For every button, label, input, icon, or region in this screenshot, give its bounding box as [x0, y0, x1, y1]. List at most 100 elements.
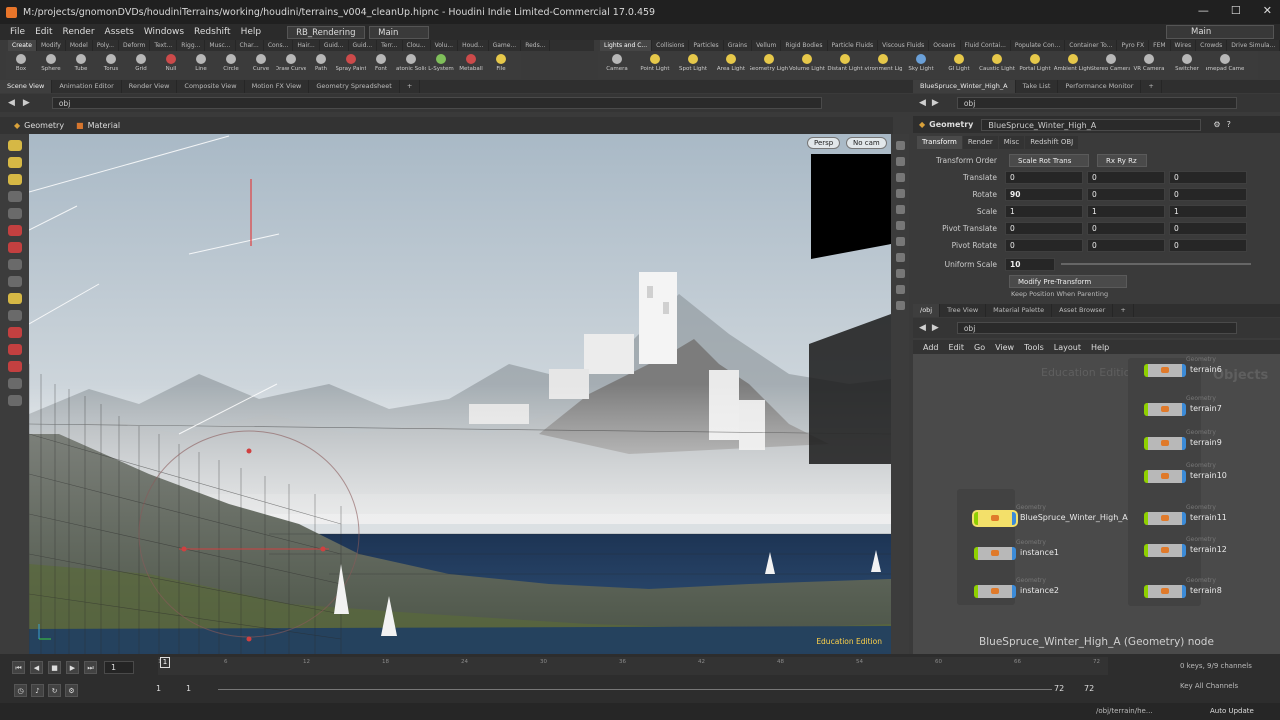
node-terrain10[interactable] [1144, 470, 1186, 483]
network-path-field[interactable]: obj [956, 322, 1237, 334]
jump-start-icon[interactable]: ⏮ [12, 661, 25, 674]
parameter-path-field[interactable]: obj [956, 97, 1237, 109]
wireframe-icon[interactable] [895, 173, 905, 182]
parm-field-scale-x[interactable]: 1 [1005, 204, 1083, 218]
settings-icon[interactable]: ⚙ [65, 684, 78, 697]
pose-tool-icon[interactable] [7, 225, 22, 236]
shelf-tool-ambient-light[interactable]: Ambient Light [1054, 51, 1092, 79]
shelf-tool-platonic-solids[interactable]: Platonic Solids [396, 51, 426, 79]
net-menu-help[interactable]: Help [1091, 343, 1109, 352]
parm-field-translate-y[interactable]: 0 [1087, 170, 1165, 184]
shelf-tab-create-0[interactable]: Create [8, 40, 37, 51]
menu-render[interactable]: Render [63, 27, 95, 37]
shelf-tab-reds-18[interactable]: Reds... [521, 40, 551, 51]
pane-tab-tree-view[interactable]: Tree View [940, 304, 987, 317]
shelf-tab-model-2[interactable]: Model [66, 40, 93, 51]
display-option-icon[interactable] [895, 141, 905, 150]
light-icon[interactable] [895, 205, 905, 214]
net-menu-add[interactable]: Add [923, 343, 939, 352]
add-tab-icon[interactable]: + [1141, 80, 1162, 93]
right-desktop-selector[interactable]: Main [1166, 25, 1274, 39]
desktop-selector[interactable]: RB_Rendering [287, 25, 366, 39]
shelf-tool-gamepad-camera[interactable]: Gamepad Camera [1206, 51, 1244, 79]
net-menu-edit[interactable]: Edit [949, 343, 965, 352]
parm-field-pivot-translate-x[interactable]: 0 [1005, 221, 1083, 235]
node-terrain12[interactable] [1144, 544, 1186, 557]
scene-viewport[interactable]: Persp No cam Education Edition [29, 134, 891, 654]
forward-arrow-icon[interactable]: ▶ [932, 323, 939, 333]
render-icon[interactable] [895, 285, 905, 294]
auto-update-button[interactable]: Auto Update [1210, 707, 1254, 715]
end-frame-field[interactable]: 72 [1048, 683, 1072, 696]
shelf-tool-metaball[interactable]: Metaball [456, 51, 486, 79]
uniform-scale-slider[interactable] [1061, 263, 1251, 265]
node-name-field[interactable]: BlueSpruce_Winter_High_A [981, 118, 1202, 131]
pane-tab-material-palette[interactable]: Material Palette [986, 304, 1053, 317]
stop-icon[interactable]: ■ [48, 661, 61, 674]
geometry-context-label[interactable]: Geometry [24, 121, 64, 130]
shelf-tool-box[interactable]: Box [6, 51, 36, 79]
jump-end-icon[interactable]: ⏭ [84, 661, 97, 674]
uniform-scale-field[interactable]: 10 [1005, 257, 1055, 271]
shelf-tab-musc-7[interactable]: Musc... [205, 40, 236, 51]
shelf-tab-pyro-fx-12[interactable]: Pyro FX [1117, 40, 1150, 51]
parm-field-translate-z[interactable]: 0 [1169, 170, 1247, 184]
start-frame-field-2[interactable]: 1 [180, 683, 212, 696]
back-arrow-icon[interactable]: ◀ [8, 98, 15, 108]
shelf-tool-tube[interactable]: Tube [66, 51, 96, 79]
shelf-tab-houd-16[interactable]: Houd... [458, 40, 489, 51]
paint-tool-icon[interactable] [7, 344, 22, 355]
brush-tool-icon[interactable] [7, 242, 22, 253]
desktop-selector-2[interactable]: Main [369, 25, 430, 39]
start-frame-field[interactable]: 1 [150, 683, 182, 696]
visibility-icon[interactable] [895, 269, 905, 278]
shelf-tab-fem-13[interactable]: FEM [1149, 40, 1171, 51]
shelf-tab-vellum-4[interactable]: Vellum [752, 40, 782, 51]
viewport-path-field[interactable]: obj [51, 97, 822, 109]
parm-field-rotate-y[interactable]: 0 [1087, 187, 1165, 201]
current-frame-field[interactable]: 1 [104, 661, 134, 674]
back-arrow-icon[interactable]: ◀ [919, 323, 926, 333]
network-editor[interactable]: Education Edition Objects Geometry BlueSp… [913, 354, 1280, 654]
shelf-tab-crowds-15[interactable]: Crowds [1196, 40, 1228, 51]
shelf-tab-text-5[interactable]: Text... [150, 40, 178, 51]
menu-file[interactable]: File [10, 27, 25, 37]
shelf-tool-draw-curve[interactable]: Draw Curve [276, 51, 306, 79]
shelf-tab-guid-11[interactable]: Guid... [320, 40, 349, 51]
parm-field-pivot-rotate-z[interactable]: 0 [1169, 238, 1247, 252]
shelf-tab-wires-14[interactable]: Wires [1171, 40, 1197, 51]
parm-field-pivot-translate-z[interactable]: 0 [1169, 221, 1247, 235]
tab-misc[interactable]: Misc [998, 136, 1025, 149]
shelf-tool-geometry-light[interactable]: Geometry Light [750, 51, 788, 79]
keep-position-label[interactable]: Keep Position When Parenting [1011, 290, 1108, 298]
shelf-tab-lights-and-c-0[interactable]: Lights and C... [600, 40, 653, 51]
shelf-tool-line[interactable]: Line [186, 51, 216, 79]
select-tool-icon[interactable] [7, 140, 22, 151]
menu-help[interactable]: Help [241, 27, 262, 37]
back-arrow-icon[interactable]: ◀ [919, 98, 926, 108]
menu-redshift[interactable]: Redshift [194, 27, 231, 37]
gear-icon[interactable]: ⚙ [1213, 120, 1220, 129]
shelf-tool-curve[interactable]: Curve [246, 51, 276, 79]
shelf-tool-portal-light[interactable]: Portal Light [1016, 51, 1054, 79]
camera-icon[interactable] [895, 221, 905, 230]
node-instance2[interactable] [974, 585, 1016, 598]
pane-tab-motion-fx-view[interactable]: Motion FX View [245, 80, 310, 93]
audio-icon[interactable]: ♪ [31, 684, 44, 697]
shelf-tab-grains-3[interactable]: Grains [724, 40, 753, 51]
add-tab-icon[interactable]: + [1113, 304, 1134, 317]
shelf-tab-fluid-contai-9[interactable]: Fluid Contai... [961, 40, 1011, 51]
shelf-tab-cons-9[interactable]: Cons... [264, 40, 294, 51]
parm-field-translate-x[interactable]: 0 [1005, 170, 1083, 184]
render-region-icon[interactable] [7, 293, 22, 304]
shelf-tab-volu-15[interactable]: Volu... [431, 40, 459, 51]
menu-windows[interactable]: Windows [144, 27, 184, 37]
shelf-tab-populate-con-10[interactable]: Populate Con... [1011, 40, 1066, 51]
close-button[interactable]: ✕ [1263, 4, 1272, 17]
scale-tool-icon[interactable] [7, 191, 22, 202]
shading-icon[interactable] [895, 189, 905, 198]
shelf-tool-caustic-light[interactable]: Caustic Light [978, 51, 1016, 79]
parm-field-pivot-translate-y[interactable]: 0 [1087, 221, 1165, 235]
camera-menu[interactable]: No cam [846, 137, 887, 149]
light-tool-icon[interactable] [7, 395, 22, 406]
